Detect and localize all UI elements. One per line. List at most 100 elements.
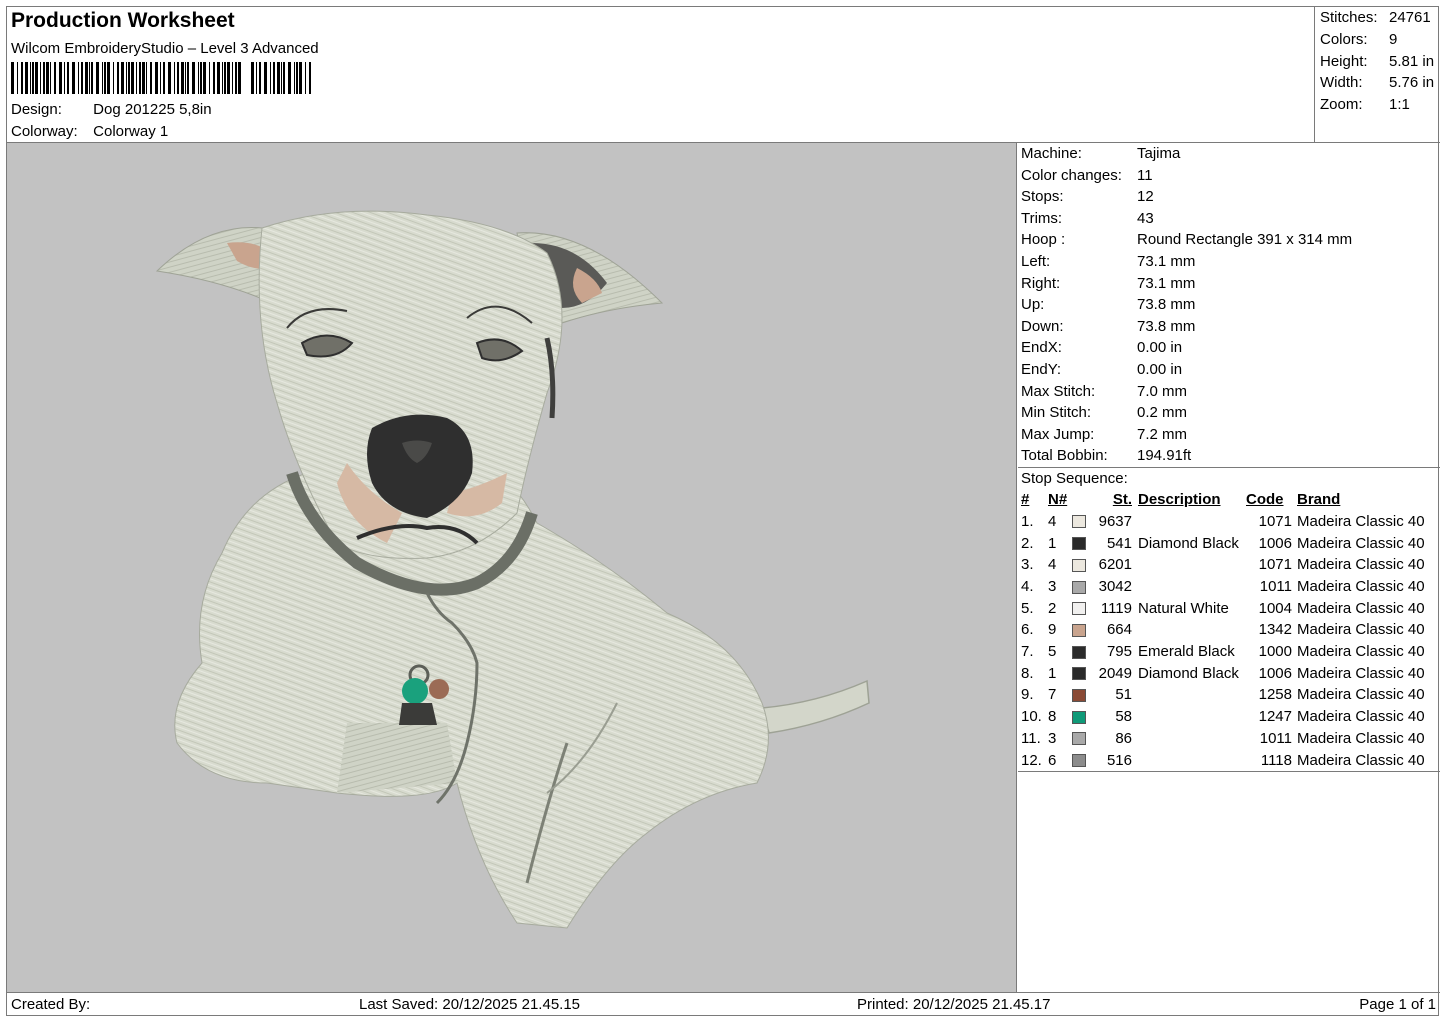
property-value: 73.8 mm <box>1137 317 1196 335</box>
property-label: Total Bobbin: <box>1021 447 1108 465</box>
color-swatch <box>1072 558 1086 572</box>
production-worksheet: Production Worksheet Wilcom EmbroiderySt… <box>6 6 1440 1017</box>
created-by: Created By: <box>11 996 91 1013</box>
col-header-index: # <box>1021 491 1030 509</box>
row-needle: 5 <box>1048 643 1057 661</box>
property-label: EndX: <box>1021 339 1062 357</box>
row-stitches: 541 <box>1106 534 1132 552</box>
row-index: 12. <box>1021 751 1042 769</box>
colorway-value: Colorway 1 <box>93 123 169 140</box>
color-swatch <box>1072 688 1086 702</box>
page-number: Page 1 of 1 <box>1359 996 1436 1013</box>
table-row: 12. 6 516 1118 Madeira Classic 40 <box>1018 749 1440 771</box>
row-index: 1. <box>1021 512 1034 530</box>
row-code: 1006 <box>1258 664 1292 682</box>
property-row: Right: 73.1 mm <box>1018 273 1440 295</box>
property-value: 73.8 mm <box>1137 296 1196 314</box>
colorway-row: Colorway: Colorway 1 <box>11 123 168 140</box>
row-code: 1006 <box>1258 534 1292 552</box>
row-stitches: 51 <box>1115 686 1132 704</box>
property-row: EndY: 0.00 in <box>1018 359 1440 381</box>
row-stitches: 2049 <box>1098 664 1132 682</box>
row-index: 10. <box>1021 708 1042 726</box>
color-swatch <box>1072 667 1086 681</box>
row-needle: 3 <box>1048 729 1057 747</box>
property-value: 0.2 mm <box>1137 404 1188 422</box>
property-label: Max Stitch: <box>1021 382 1096 400</box>
brown-tag <box>429 679 449 699</box>
worksheet-footer: Created By: Last Saved: 20/12/2025 21.45… <box>7 992 1440 1017</box>
row-brand: Madeira Classic 40 <box>1297 512 1425 530</box>
last-saved: Last Saved: 20/12/2025 21.45.15 <box>359 996 581 1013</box>
software-name: Wilcom EmbroideryStudio – Level 3 Advanc… <box>11 40 319 57</box>
property-value: 194.91ft <box>1137 447 1192 465</box>
row-needle: 1 <box>1048 534 1057 552</box>
table-row: 8. 1 2049 Diamond Black 1006 Madeira Classic … <box>1018 662 1440 684</box>
row-index: 9. <box>1021 686 1034 704</box>
row-description: Natural White <box>1138 599 1229 617</box>
row-description <box>1132 576 1246 598</box>
row-brand: Madeira Classic 40 <box>1297 643 1425 661</box>
row-brand: Madeira Classic 40 <box>1297 686 1425 704</box>
row-index: 3. <box>1021 556 1034 574</box>
color-swatch <box>1072 754 1086 768</box>
machine-properties: Machine: Tajima Color changes: 11 Stops: 12 Tr… <box>1018 143 1440 467</box>
row-index: 7. <box>1021 643 1034 661</box>
property-label: Hoop : <box>1021 231 1066 249</box>
row-index: 11. <box>1021 729 1041 747</box>
row-brand: Madeira Classic 40 <box>1297 578 1425 595</box>
dog-chest-shade <box>337 723 457 793</box>
col-header-needle: N# <box>1048 491 1068 509</box>
color-swatch <box>1072 710 1086 724</box>
color-swatch <box>1072 623 1086 637</box>
printed-date: Printed: 20/12/2025 21.45.17 <box>857 996 1051 1013</box>
property-value: 7.0 mm <box>1137 382 1188 400</box>
property-row: Left: 73.1 mm <box>1018 251 1440 273</box>
property-label: Min Stitch: <box>1021 404 1092 422</box>
row-stitches: 795 <box>1106 643 1132 661</box>
table-header-row: # N# St. Description Code Brand <box>1018 489 1440 511</box>
property-row: Max Stitch: 7.0 mm <box>1018 381 1440 403</box>
row-stitches: 516 <box>1106 751 1132 769</box>
row-needle: 6 <box>1048 751 1057 769</box>
color-swatch <box>1072 580 1086 594</box>
property-value: 0.00 in <box>1137 360 1183 378</box>
row-index: 6. <box>1021 621 1034 639</box>
property-row: Color changes: 11 <box>1018 165 1440 187</box>
property-value: 12 <box>1137 188 1154 206</box>
page-title: Production Worksheet <box>11 9 235 32</box>
design-row: Design: Dog 201225 5,8in <box>11 101 212 118</box>
property-row: Down: 73.8 mm <box>1018 316 1440 338</box>
property-value: 43 <box>1137 209 1154 227</box>
colorway-label: Colorway: <box>11 123 78 140</box>
row-stitches: 6201 <box>1098 556 1132 574</box>
row-needle: 9 <box>1048 621 1057 639</box>
row-index: 4. <box>1021 578 1034 595</box>
barcode <box>11 62 311 94</box>
row-needle: 4 <box>1048 556 1057 574</box>
dark-tag <box>399 703 437 725</box>
property-value: Tajima <box>1137 145 1181 162</box>
property-label: Machine: <box>1021 145 1082 162</box>
row-description <box>1132 706 1246 728</box>
row-stitches: 58 <box>1115 708 1132 726</box>
stat-row: Colors: 9 <box>1320 30 1398 48</box>
row-brand: Madeira Classic 40 <box>1297 751 1425 769</box>
design-label: Design: <box>11 101 62 118</box>
table-row: 4. 3 3042 1011 Madeira Classic 40 <box>1018 576 1440 598</box>
row-code: 1071 <box>1258 556 1292 574</box>
row-code: 1011 <box>1259 729 1292 747</box>
row-stitches: 1119 <box>1100 599 1132 617</box>
stop-sequence-title: Stop Sequence: <box>1021 469 1128 487</box>
property-label: EndY: <box>1021 360 1062 378</box>
table-row: 7. 5 795 Emerald Black 1000 Madeira Classic 4… <box>1018 641 1440 663</box>
property-value: 73.1 mm <box>1137 274 1196 292</box>
row-description <box>1132 684 1246 706</box>
property-row: Max Jump: 7.2 mm <box>1018 424 1440 446</box>
row-code: 1011 <box>1259 578 1292 595</box>
row-needle: 4 <box>1048 512 1057 530</box>
row-brand: Madeira Classic 40 <box>1297 599 1425 617</box>
row-needle: 8 <box>1048 708 1057 726</box>
row-code: 1004 <box>1258 599 1292 617</box>
property-value: 0.00 in <box>1137 339 1183 357</box>
